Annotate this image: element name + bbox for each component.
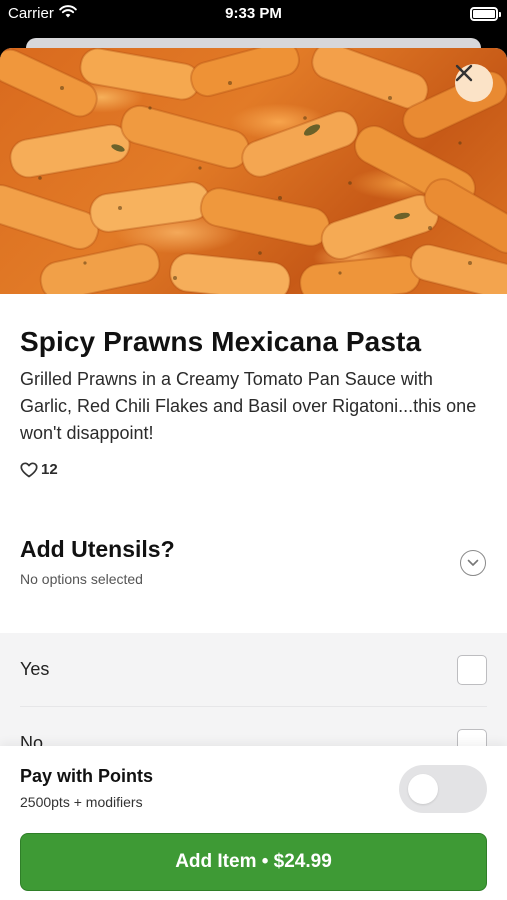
pay-with-points-toggle[interactable] bbox=[399, 765, 487, 813]
close-icon bbox=[455, 64, 473, 82]
utensils-section-header[interactable]: Add Utensils? No options selected bbox=[0, 536, 507, 616]
add-item-button[interactable]: Add Item • $24.99 bbox=[20, 833, 487, 891]
utensils-subtitle: No options selected bbox=[20, 571, 143, 587]
option-label: Yes bbox=[20, 659, 50, 679]
toggle-knob bbox=[408, 774, 438, 804]
points-subtitle: 2500pts + modifiers bbox=[20, 794, 143, 810]
option-yes-checkbox[interactable] bbox=[457, 655, 487, 685]
item-details: Spicy Prawns Mexicana Pasta Grilled Praw… bbox=[0, 326, 507, 478]
points-title: Pay with Points bbox=[20, 766, 154, 786]
item-description: Grilled Prawns in a Creamy Tomato Pan Sa… bbox=[20, 369, 477, 443]
battery-icon bbox=[470, 7, 501, 21]
close-button[interactable] bbox=[455, 64, 493, 102]
status-bar: Carrier 9:33 PM bbox=[0, 0, 507, 30]
likes-count: 12 bbox=[41, 461, 58, 478]
expand-toggle[interactable] bbox=[460, 550, 486, 576]
pasta-photo bbox=[0, 48, 507, 294]
item-title: Spicy Prawns Mexicana Pasta bbox=[20, 326, 422, 357]
chevron-down-icon bbox=[467, 559, 479, 566]
checkout-panel: Pay with Points 2500pts + modifiers Add … bbox=[0, 746, 507, 900]
utensils-title: Add Utensils? bbox=[20, 536, 175, 562]
item-detail-sheet: Spicy Prawns Mexicana Pasta Grilled Praw… bbox=[0, 48, 507, 900]
likes[interactable]: 12 bbox=[20, 461, 487, 478]
option-yes[interactable]: Yes bbox=[20, 633, 487, 707]
heart-icon bbox=[20, 461, 38, 477]
status-time: 9:33 PM bbox=[225, 5, 282, 22]
pasta-illustration bbox=[0, 48, 507, 294]
